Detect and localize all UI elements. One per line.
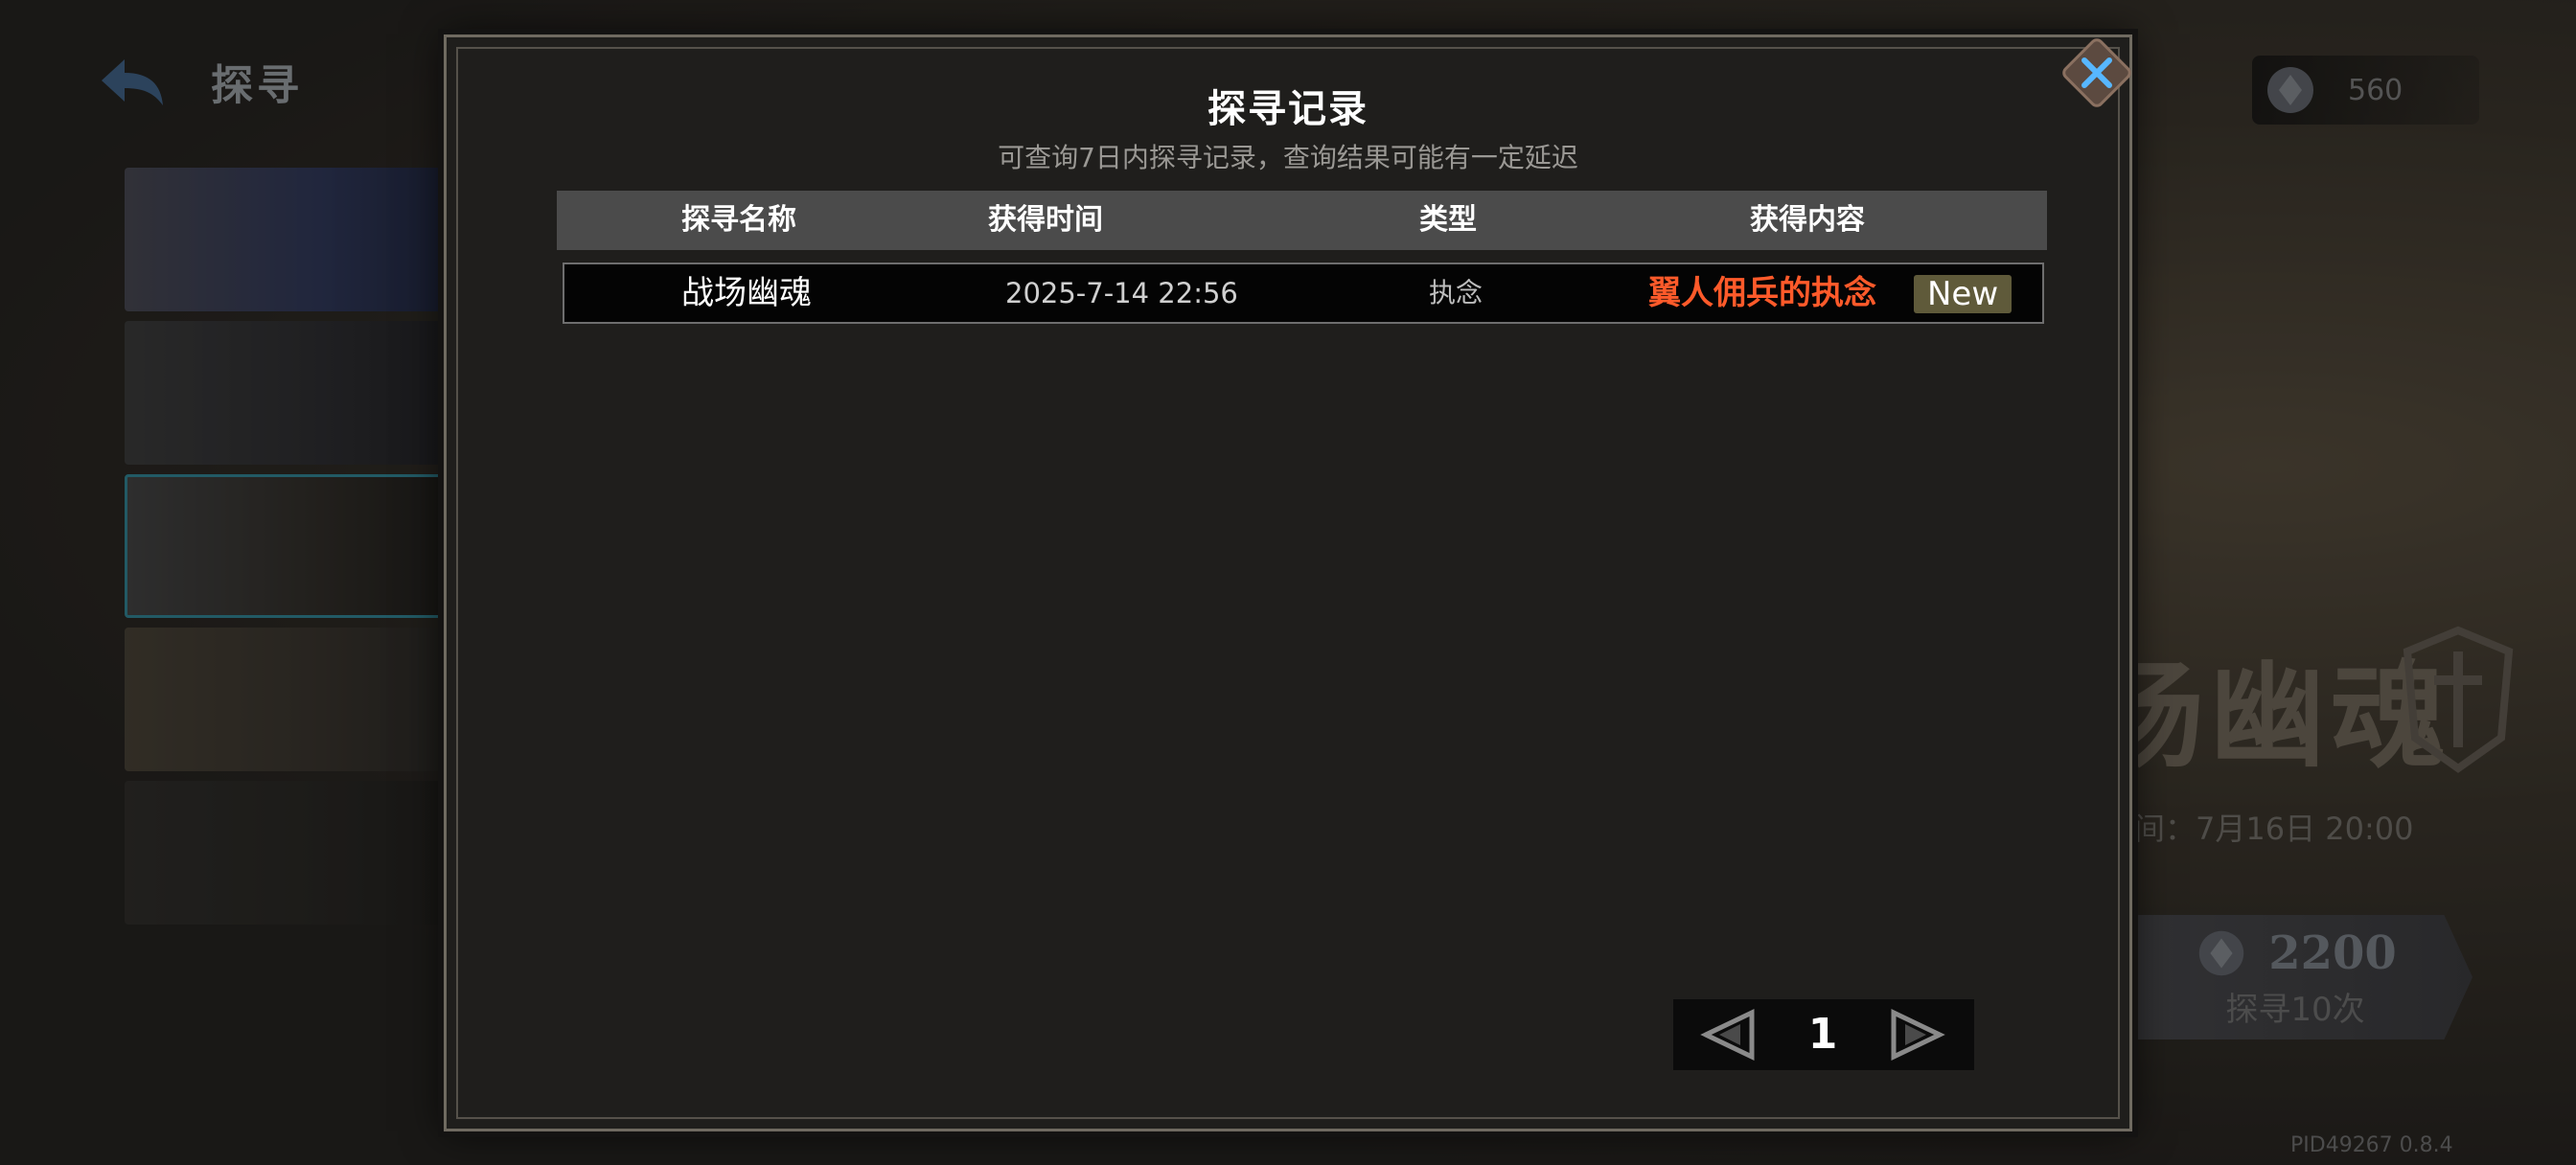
next-page-icon[interactable]	[1886, 1009, 1947, 1061]
table-header: 探寻名称 获得时间 类型 获得内容	[557, 191, 2047, 250]
page-number: 1	[1807, 1010, 1838, 1059]
prev-page-icon[interactable]	[1698, 1009, 1760, 1061]
new-badge: New	[1914, 275, 2012, 313]
column-header-content: 获得内容	[1750, 203, 1865, 237]
column-header-time: 获得时间	[988, 203, 1103, 237]
row-time: 2025-7-14 22:56	[1005, 277, 1238, 309]
column-header-name: 探寻名称	[681, 203, 796, 237]
row-type: 执念	[1428, 277, 1483, 308]
pagination: 1	[1673, 999, 1974, 1070]
row-content: 翼人佣兵的执念	[1648, 274, 1876, 312]
column-header-type: 类型	[1419, 203, 1477, 237]
row-name: 战场幽魂	[681, 274, 812, 312]
modal-title: 探寻记录	[1208, 87, 1368, 131]
close-icon[interactable]	[2060, 36, 2133, 109]
modal-subtitle: 可查询7日内探寻记录，查询结果可能有一定延迟	[998, 142, 1578, 173]
table-row: 战场幽魂 2025-7-14 22:56 执念 翼人佣兵的执念 New	[563, 263, 2044, 324]
